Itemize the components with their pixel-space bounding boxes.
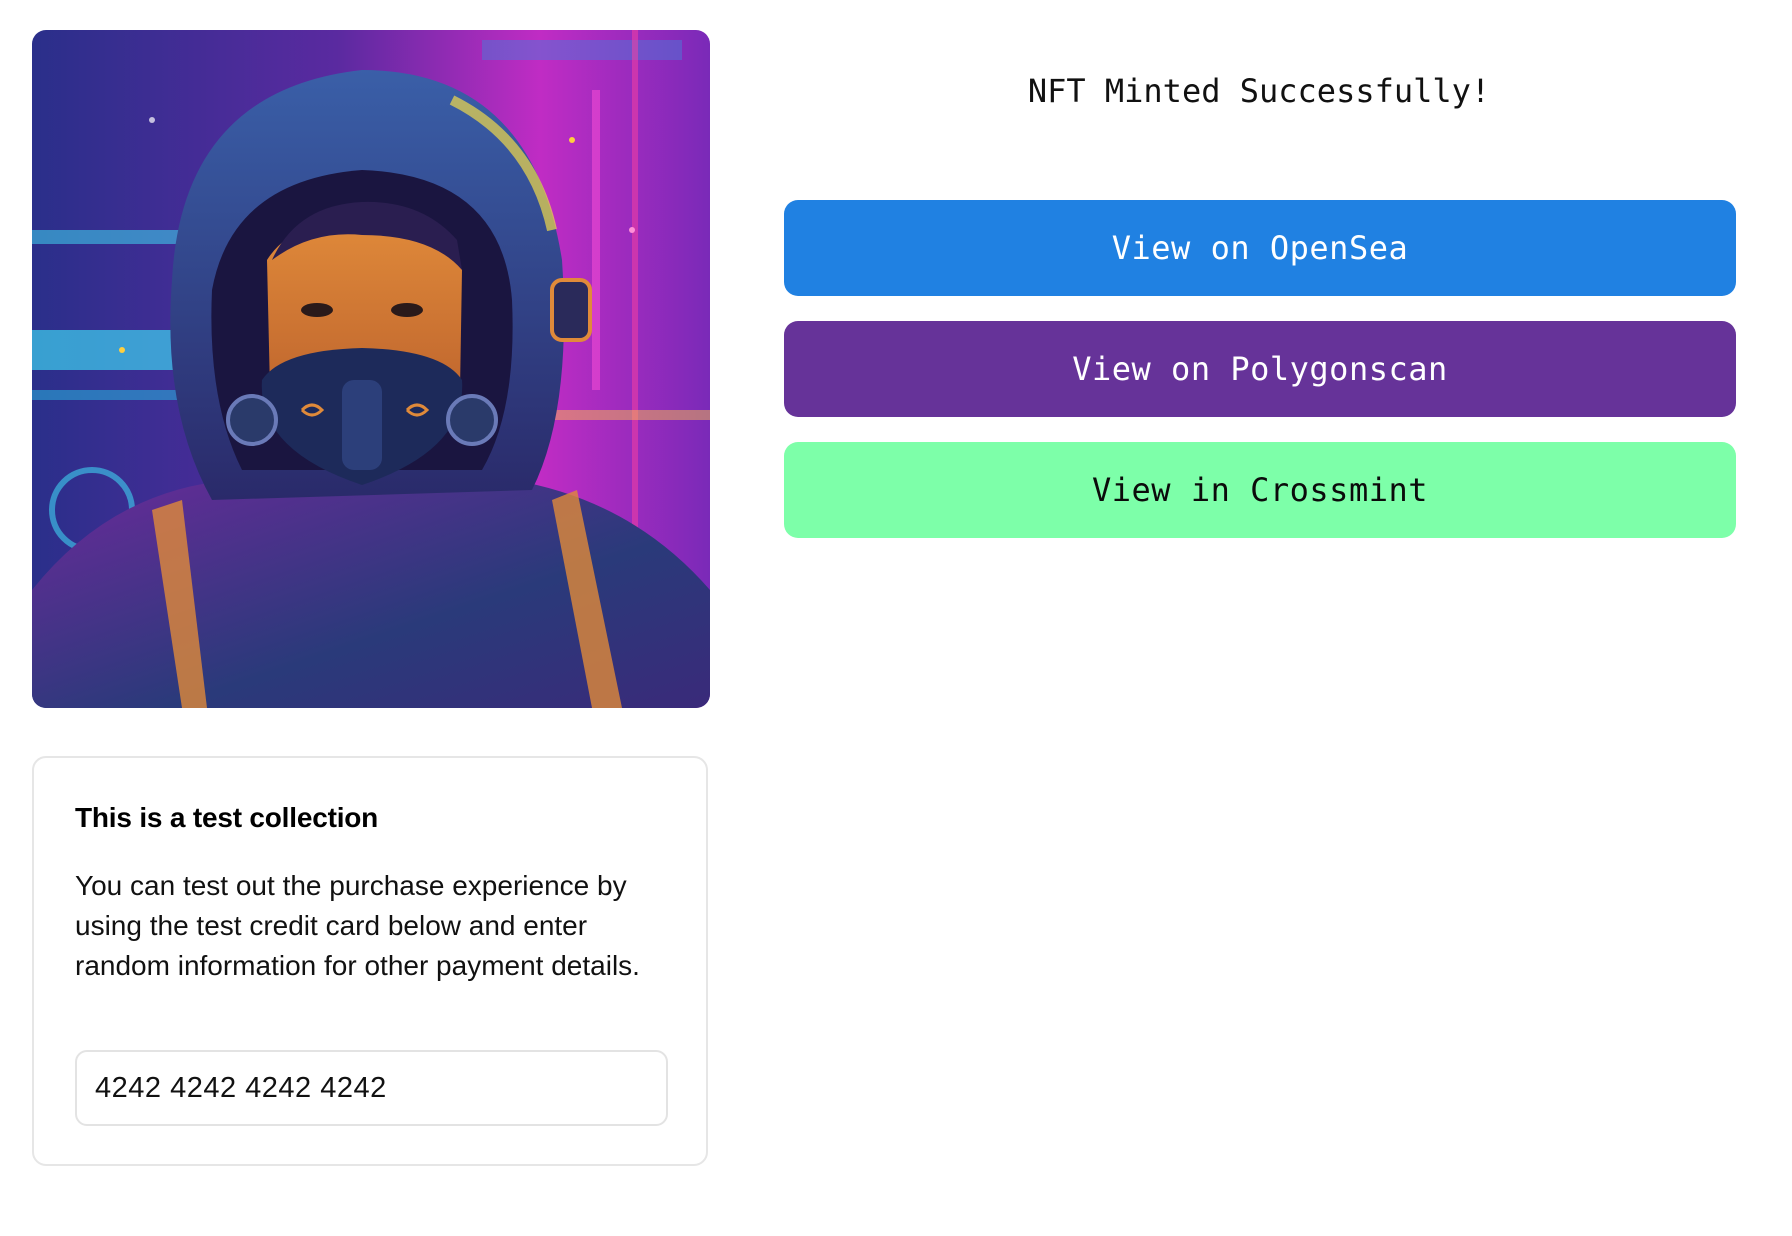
view-on-opensea-button[interactable]: View on OpenSea — [784, 200, 1736, 296]
view-on-polygonscan-button[interactable]: View on Polygonscan — [784, 321, 1736, 417]
nft-artwork-icon — [32, 30, 710, 708]
info-card-description: You can test out the purchase experience… — [75, 870, 640, 981]
test-collection-info-card: This is a test collection You can test o… — [32, 756, 708, 1166]
test-card-number-field[interactable]: 4242 4242 4242 4242 — [75, 1050, 668, 1126]
info-card-title: This is a test collection — [75, 802, 379, 833]
mint-success-heading: NFT Minted Successfully! — [1027, 72, 1491, 110]
nft-artwork-image — [32, 30, 710, 708]
view-in-crossmint-button[interactable]: View in Crossmint — [784, 442, 1736, 538]
